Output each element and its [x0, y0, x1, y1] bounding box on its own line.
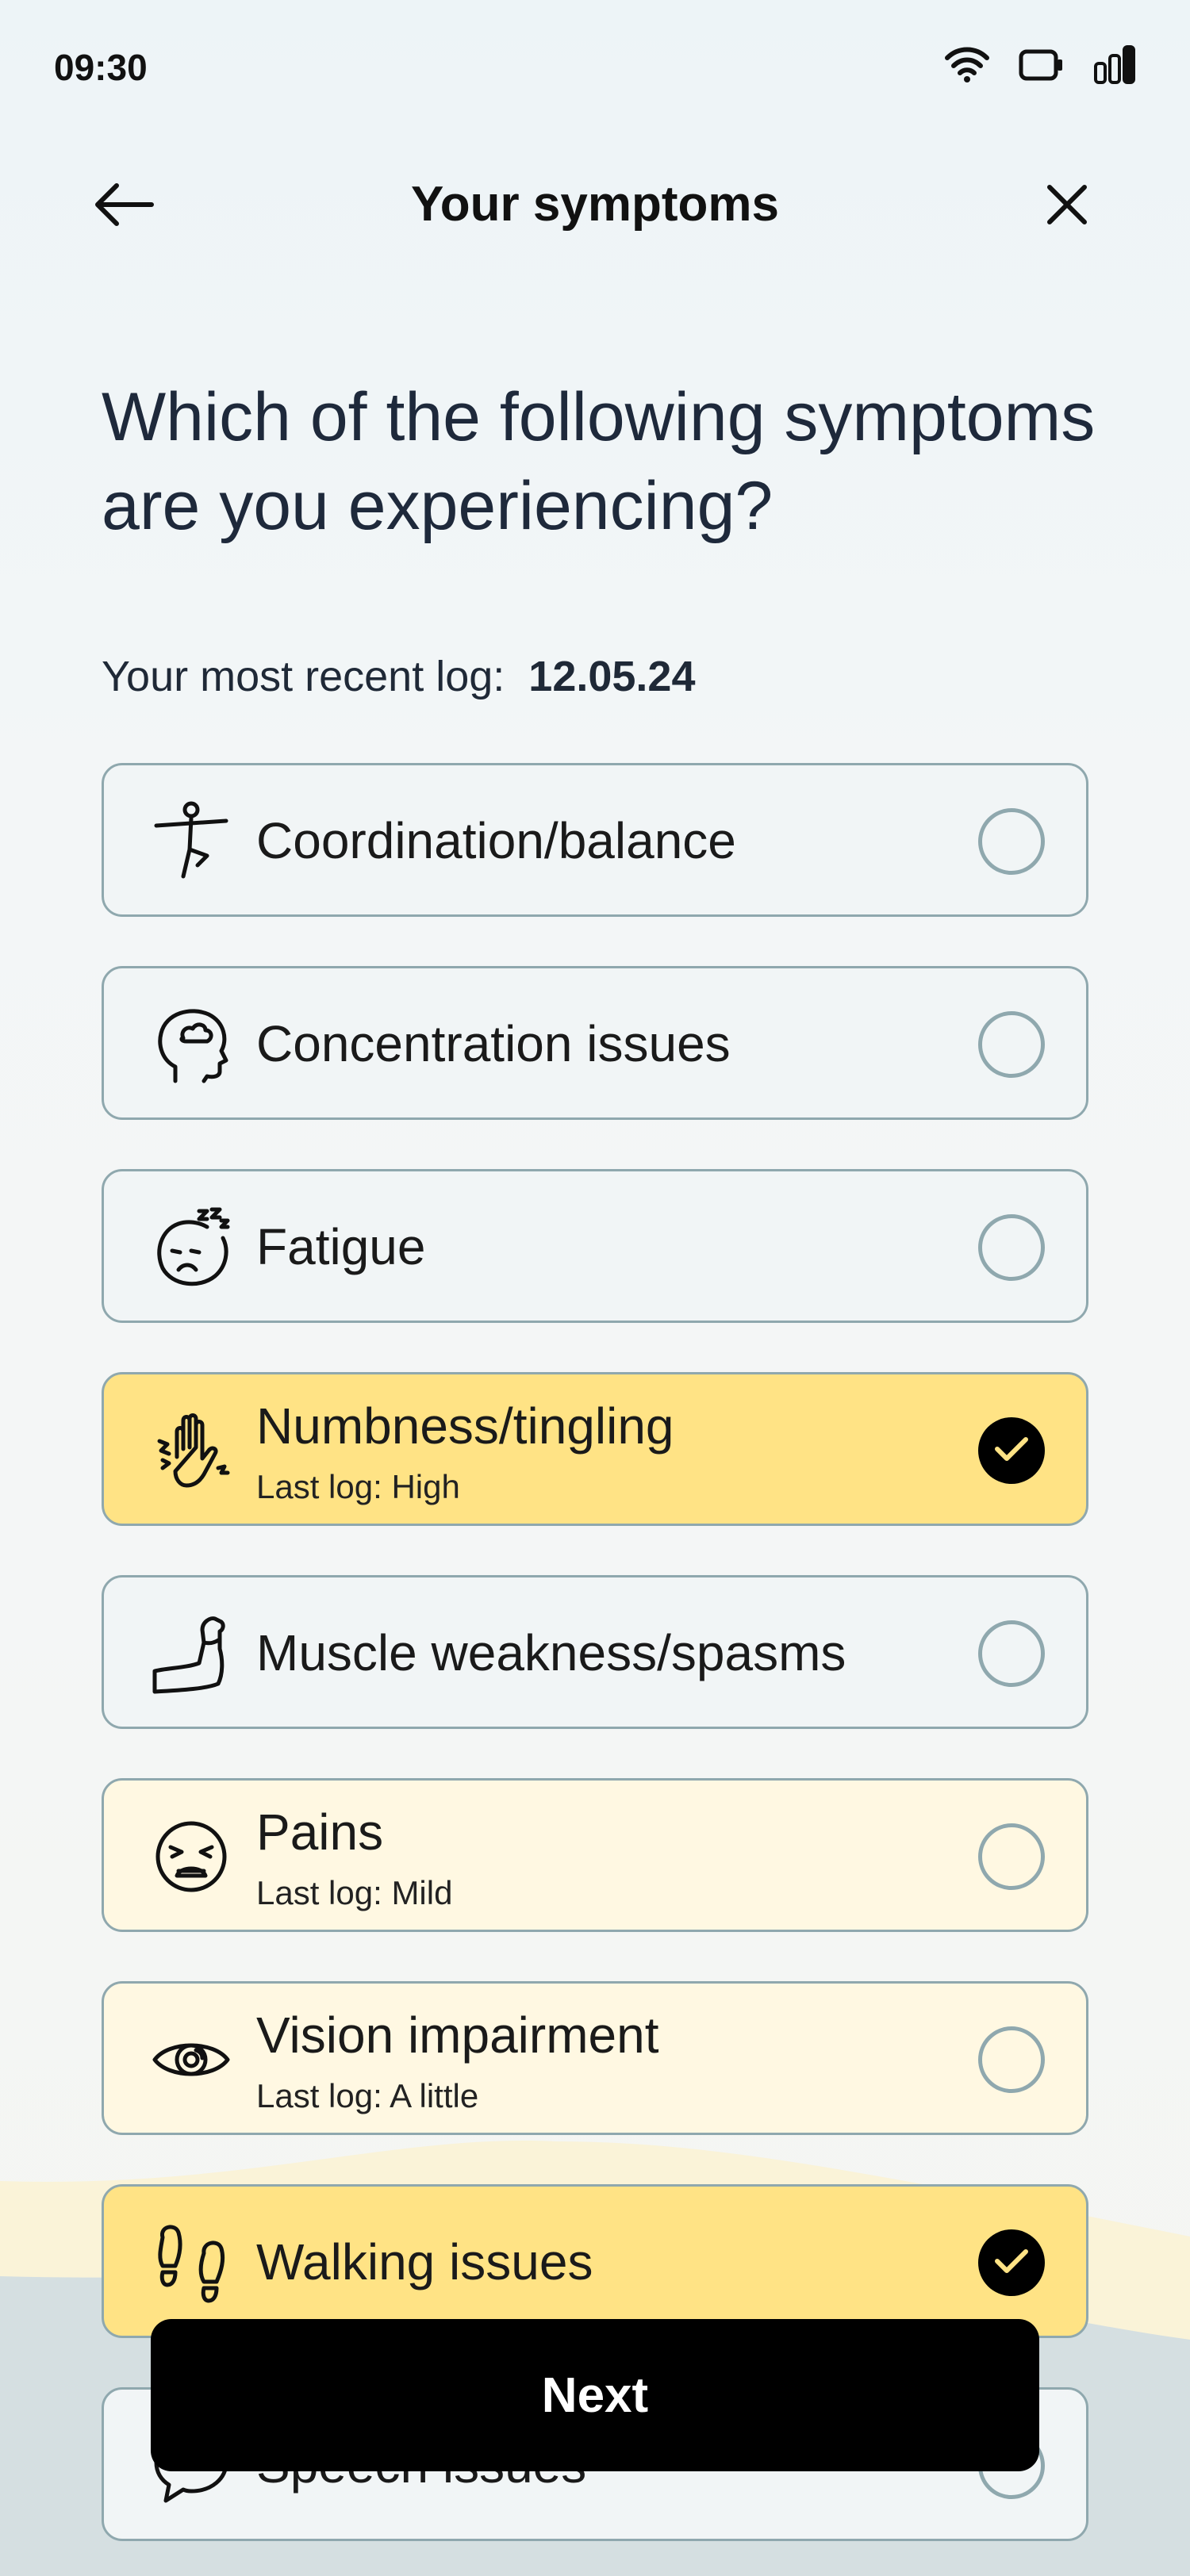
symptom-label: Concentration issues [256, 1015, 731, 1072]
symptom-item-walking[interactable]: Walking issues [102, 2184, 1088, 2338]
symptom-radio[interactable] [978, 808, 1045, 875]
symptom-radio[interactable] [978, 1823, 1045, 1890]
status-time: 09:30 [54, 47, 148, 88]
symptom-item-pains[interactable]: Pains Last log: Mild [102, 1778, 1088, 1932]
symptom-item-numbness[interactable]: Numbness/tingling Last log: High [102, 1372, 1088, 1526]
symptom-radio[interactable] [978, 1011, 1045, 1078]
symptom-label: Fatigue [256, 1218, 426, 1275]
page-title: Your symptoms [411, 177, 779, 232]
symptom-radio[interactable] [978, 2026, 1045, 2093]
status-bar: 09:30 [0, 0, 1190, 139]
symptom-item-fatigue[interactable]: Fatigue [102, 1169, 1088, 1323]
symptom-label: Coordination/balance [256, 812, 736, 869]
next-button[interactable]: Next [151, 2319, 1039, 2471]
symptom-item-coordination[interactable]: Coordination/balance [102, 763, 1088, 917]
symptom-last-log: Last log: High [256, 1468, 460, 1505]
symptom-label: Vision impairment [256, 2007, 659, 2064]
battery-icon [1019, 47, 1065, 82]
symptom-label: Walking issues [256, 2233, 593, 2290]
close-button[interactable] [1031, 174, 1103, 238]
recent-log: Your most recent log: 12.05.24 [102, 652, 695, 701]
question-heading: Which of the following symptoms are you … [102, 379, 1096, 544]
eye-icon [152, 2018, 231, 2101]
close-icon [1043, 181, 1091, 232]
checkmark-icon [994, 2247, 1029, 2279]
signal-icon [1093, 44, 1136, 84]
footprints-icon [152, 2221, 231, 2304]
sleepy-face-icon [152, 1206, 231, 1289]
symptom-label: Numbness/tingling [256, 1397, 674, 1455]
symptom-radio-checked[interactable] [978, 1417, 1045, 1484]
symptom-label: Pains [256, 1804, 384, 1861]
symptom-radio[interactable] [978, 1620, 1045, 1687]
balance-person-icon [152, 800, 231, 883]
header: Your symptoms [0, 151, 1190, 262]
flexed-arm-icon [152, 1612, 231, 1695]
recent-log-label: Your most recent log: [102, 653, 505, 700]
symptom-label: Muscle weakness/spasms [256, 1624, 846, 1681]
symptom-item-concentration[interactable]: Concentration issues [102, 966, 1088, 1120]
checkmark-icon [994, 1435, 1029, 1467]
symptom-last-log: Last log: A little [256, 2077, 479, 2114]
status-icons [944, 44, 1136, 84]
head-cloud-icon [152, 1003, 231, 1086]
recent-log-date: 12.05.24 [528, 653, 696, 700]
symptom-item-vision[interactable]: Vision impairment Last log: A little [102, 1981, 1088, 2135]
symptom-item-muscle[interactable]: Muscle weakness/spasms [102, 1575, 1088, 1729]
symptom-last-log: Last log: Mild [256, 1874, 453, 1911]
wifi-icon [944, 45, 990, 83]
symptom-radio-checked[interactable] [978, 2229, 1045, 2296]
symptom-radio[interactable] [978, 1214, 1045, 1281]
pained-face-icon [152, 1815, 231, 1898]
tingling-hand-icon [152, 1409, 231, 1492]
